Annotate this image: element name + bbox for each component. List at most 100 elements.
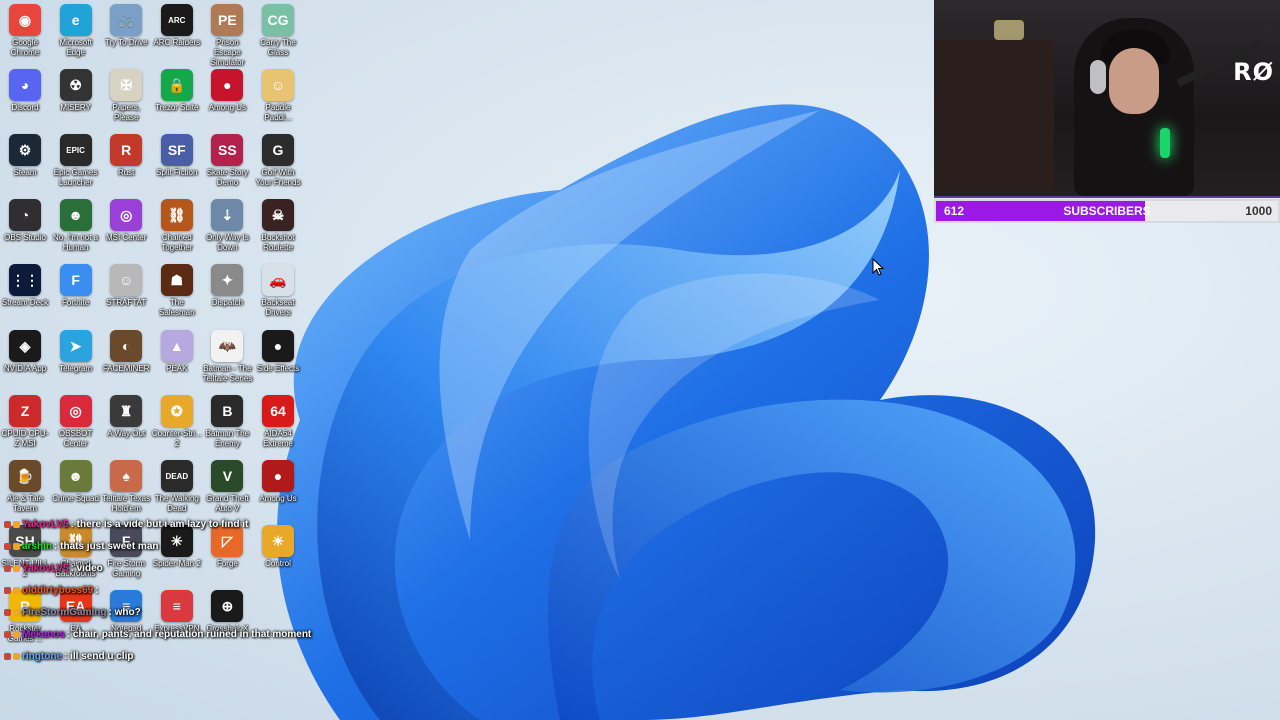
desktop-shortcut[interactable]: ◔ OBS Studio xyxy=(0,199,50,263)
chat-badge-icon xyxy=(4,608,11,616)
desktop-shortcut-label: Google Chrome xyxy=(10,38,40,57)
desktop-shortcut[interactable]: e Microsoft Edge xyxy=(51,4,101,68)
desktop-shortcut[interactable]: SS Skate Story Demo xyxy=(202,134,252,198)
desktop-shortcut[interactable]: 🦇 Batman - The Telltale Series xyxy=(202,330,252,394)
desktop-shortcut-label: Papers, Please xyxy=(112,103,140,122)
desktop-shortcut-label: MSI Center xyxy=(105,233,147,242)
desktop-shortcut[interactable]: ☺ STRAFTAT xyxy=(101,264,151,328)
not-human-icon: ☻ xyxy=(59,199,92,231)
desktop-shortcut-label: Telegram xyxy=(59,364,93,373)
desktop-shortcut[interactable]: ☠ Buckshot Roulette xyxy=(253,199,303,263)
golf-icon: G xyxy=(262,134,294,166)
desktop-shortcut-label: Fortnite xyxy=(62,298,90,307)
carry-the-glass-icon: CG xyxy=(262,4,294,36)
desktop-shortcut[interactable]: ◈ NVIDIA App xyxy=(0,330,50,394)
desktop-shortcut[interactable]: ✦ Dispatch xyxy=(202,264,252,328)
chained-together-icon: ⛓ xyxy=(160,199,193,231)
desktop-shortcut[interactable]: SF Split Fiction xyxy=(152,134,202,198)
desktop-shortcut[interactable]: 🚗 Backseat Drivers xyxy=(253,264,303,328)
desktop-shortcut[interactable]: CG Carry The Glass xyxy=(253,4,303,68)
desktop-shortcut-label: Side Effects xyxy=(256,364,300,373)
webcam-background-shelf xyxy=(934,40,1054,190)
desktop-shortcut[interactable]: ➤ Telegram xyxy=(51,330,101,394)
desktop-shortcut[interactable]: ◉ Google Chrome xyxy=(0,4,50,68)
msi-center-icon: ◎ xyxy=(110,199,143,231)
chat-badge-icon xyxy=(13,586,20,594)
salesman-icon: ☗ xyxy=(160,264,193,296)
desktop-shortcut-label: MISERY xyxy=(60,103,91,112)
chat-badge-icon xyxy=(13,608,20,616)
desktop-shortcut[interactable]: ◎ MSI Center xyxy=(101,199,151,263)
desktop-shortcut[interactable]: ⚙ Steam xyxy=(0,134,50,198)
edge-icon: e xyxy=(59,4,92,36)
chat-message: olddirtyboss69: xyxy=(4,580,404,602)
chat-username: ringtone xyxy=(22,651,62,662)
chat-message: YakovLV5: video xyxy=(4,558,404,580)
desktop-shortcut-label: Crime Squad xyxy=(52,494,99,503)
desktop-shortcut-label: Trezor Suite xyxy=(155,103,199,112)
desktop-shortcut[interactable]: ▲ PEAK xyxy=(152,330,202,394)
desktop-shortcut[interactable]: Z CPUID CPU-Z MSI xyxy=(0,395,50,459)
desktop-shortcut[interactable]: ⇣ Only Way Is Down xyxy=(202,199,252,263)
desktop-shortcut[interactable]: ● Among Us xyxy=(202,69,252,133)
batman-telltale-icon: 🦇 xyxy=(211,330,244,362)
desktop-shortcut[interactable]: ✪ Counter-Stri... 2 xyxy=(152,395,202,459)
desktop-shortcut[interactable]: 🚲 Try To Drive xyxy=(101,4,151,68)
desktop-shortcut-label: Ale & Tale Tavern xyxy=(7,494,43,513)
desktop-shortcut[interactable]: ◕ Discord xyxy=(0,69,50,133)
backseat-icon: 🚗 xyxy=(262,264,294,296)
chat-badge-icon xyxy=(4,652,11,660)
desktop-shortcut[interactable]: ⋮⋮ Stream Deck xyxy=(0,264,50,328)
misery-icon: ☢ xyxy=(59,69,92,101)
desktop-shortcut[interactable]: ☻ No, I'm not a Human xyxy=(51,199,101,263)
chat-message-text: : chair, pants, and reputation ruined in… xyxy=(66,629,312,640)
chat-username: FireStormGaming xyxy=(22,607,107,618)
desktop-shortcut-label: NVIDIA App xyxy=(3,364,47,373)
desktop-shortcut[interactable]: ◎ OBSBOT Center xyxy=(51,395,101,459)
desktop-shortcut-label: OBSBOT Center xyxy=(58,429,93,448)
desktop-shortcut[interactable]: 🔒 Trezor Suite xyxy=(152,69,202,133)
microphone-light xyxy=(1160,128,1170,158)
desktop-shortcut[interactable]: 64 AIDA64 Extreme xyxy=(253,395,303,459)
desktop-shortcut-label: CPUID CPU-Z MSI xyxy=(1,429,49,448)
desktop-shortcut[interactable]: EPIC Epic Games Launcher xyxy=(51,134,101,198)
epic-icon: EPIC xyxy=(59,134,92,166)
desktop-shortcut[interactable]: B Batman The Enemy xyxy=(202,395,252,459)
chat-badge-icon xyxy=(4,542,11,550)
straftat-icon: ☺ xyxy=(110,264,143,296)
chat-message-text: : video xyxy=(70,563,103,574)
webcam-lamp xyxy=(994,20,1024,40)
chat-badge-icon xyxy=(4,630,11,638)
desktop-shortcut[interactable]: ◐ FACEMINER xyxy=(101,330,151,394)
peak-icon: ▲ xyxy=(160,330,193,362)
webcam-brand-text: RØ xyxy=(1233,58,1274,86)
desktop-shortcut[interactable]: F Fortnite xyxy=(51,264,101,328)
desktop-shortcut[interactable]: ☺ Paddle Paddl... xyxy=(253,69,303,133)
discord-icon: ◕ xyxy=(9,69,41,101)
desktop-shortcut-label: FACEMINER xyxy=(102,364,150,373)
desktop-shortcut-label: Batman The Enemy xyxy=(205,429,250,448)
desktop-shortcut[interactable]: ☗ The Salesman xyxy=(152,264,202,328)
desktop-shortcut[interactable]: ● Side Effects xyxy=(253,330,303,394)
chat-message: FireStormGaming: who? xyxy=(4,602,404,624)
desktop-shortcut-label: The Salesman xyxy=(159,298,195,317)
desktop-shortcut[interactable]: G Golf With Your Friends xyxy=(253,134,303,198)
chat-message-text: : xyxy=(95,585,99,596)
desktop-shortcut[interactable]: R Rust xyxy=(101,134,151,198)
papers-please-icon: ✠ xyxy=(110,69,143,101)
desktop-shortcut-label: Telltale Texas Hold'em xyxy=(102,494,151,513)
desktop-shortcut[interactable]: ☢ MISERY xyxy=(51,69,101,133)
desktop-shortcut-label: Discord xyxy=(11,103,39,112)
chat-badge-icon xyxy=(13,520,20,528)
desktop-shortcut[interactable]: PE Prison Escape Simulator xyxy=(202,4,252,68)
desktop-shortcut[interactable]: ♜ A Way Out xyxy=(101,395,151,459)
desktop-shortcut[interactable]: ⛓ Chained Together xyxy=(152,199,202,263)
chat-badge-icon xyxy=(4,586,11,594)
desktop-shortcut[interactable]: ARC ARC Raiders xyxy=(152,4,202,68)
desktop-shortcut[interactable]: ✠ Papers, Please xyxy=(101,69,151,133)
desktop-shortcut-label: Grand Theft Auto V xyxy=(206,494,249,513)
desktop-shortcut-label: Skate Story Demo xyxy=(206,168,249,187)
telltale-holdem-icon: ♠ xyxy=(110,460,143,492)
counter-strike-icon: ✪ xyxy=(160,395,193,427)
desktop-shortcut-label: Golf With Your Friends xyxy=(255,168,301,187)
